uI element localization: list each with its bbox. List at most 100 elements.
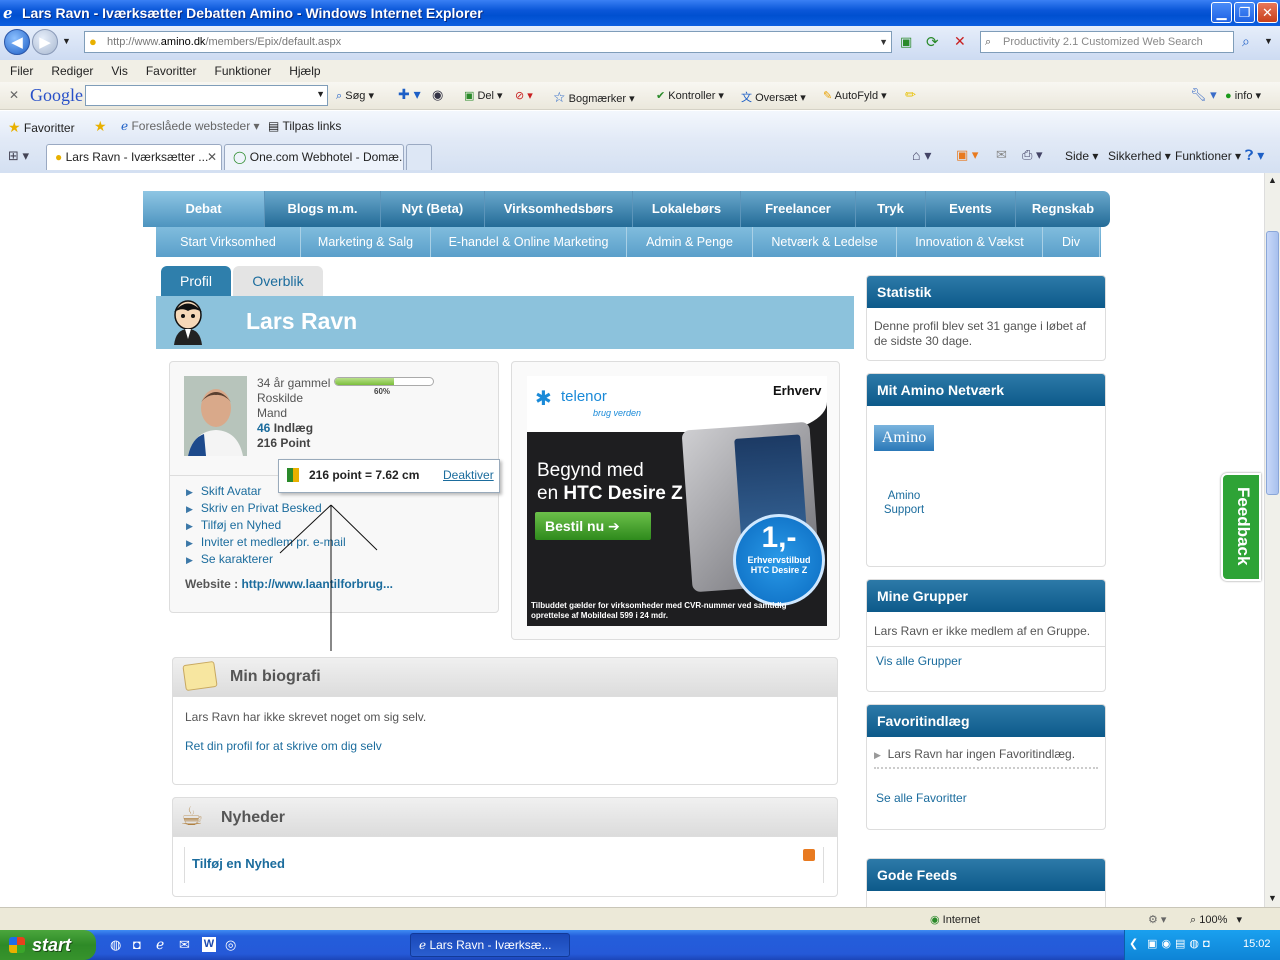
subnav-start-virksomhed[interactable]: Start Virksomhed [156, 227, 301, 257]
translate-button[interactable]: 文 Oversæt ▾ [741, 89, 806, 105]
nav-nyt[interactable]: Nyt (Beta) [381, 191, 485, 227]
menu-tools[interactable]: Funktioner [215, 64, 272, 78]
wrench-icon[interactable]: 🔧︎ ▾ [1190, 87, 1217, 103]
quicklaunch-media-icon[interactable]: ◎ [225, 937, 236, 953]
nav-debat[interactable]: Debat [143, 191, 265, 227]
tooltip-deactivate-link[interactable]: Deaktiver [443, 468, 494, 482]
new-tab-button[interactable] [406, 144, 432, 170]
nav-lokalebors[interactable]: Lokalebørs [633, 191, 741, 227]
subnav-admin[interactable]: Admin & Penge [627, 227, 753, 257]
search-options-icon[interactable]: ▼ [1264, 36, 1273, 46]
nav-regnskab[interactable]: Regnskab [1016, 191, 1110, 227]
help-icon[interactable]: ❓︎ ▾ [1245, 147, 1264, 164]
close-tab-icon[interactable]: ✕ [207, 145, 217, 169]
posts-count[interactable]: 46 [257, 421, 270, 435]
home-icon[interactable]: ⌂ ▾ [912, 147, 931, 164]
favorites-button[interactable]: ★ Favoritter [8, 119, 75, 136]
tools-menu[interactable]: Funktioner ▾ [1175, 149, 1241, 163]
refresh-icon[interactable]: ⟳ [926, 33, 939, 51]
nav-virksomhedsbors[interactable]: Virksomhedsbørs [485, 191, 633, 227]
tab-profil[interactable]: Profil [161, 266, 231, 296]
search-go-icon[interactable]: ⌕ [1242, 33, 1250, 50]
subnav-marketing[interactable]: Marketing & Salg [301, 227, 431, 257]
start-button[interactable]: start [0, 930, 96, 960]
security-menu[interactable]: Sikkerhed ▾ [1108, 149, 1171, 163]
google-dropdown-icon[interactable]: ▼ [316, 89, 325, 99]
google-search-button[interactable]: ⌕ Søg ▾ [336, 89, 374, 103]
google-search-input[interactable]: ▼ [85, 85, 328, 106]
internet-zone[interactable]: ◉ Internet [930, 913, 980, 926]
close-button[interactable]: ✕ [1257, 2, 1278, 23]
tray-app-icons[interactable]: ▣◉▤◍◘ [1147, 937, 1214, 950]
quicklaunch-outlook-icon[interactable]: ✉ [179, 937, 190, 953]
zoom-control[interactable]: ⌕ 100% ▾ [1190, 913, 1242, 927]
scroll-up-icon[interactable]: ▲ [1268, 175, 1277, 185]
quicklaunch-ie-icon[interactable]: ℯ [156, 936, 164, 953]
suggested-sites-button[interactable]: ℯ Foreslåede websteder ▾ [121, 119, 260, 133]
nav-events[interactable]: Events [926, 191, 1016, 227]
taskbar-task-ie[interactable]: ℯ Lars Ravn - Iværksæ... [410, 933, 570, 957]
share-button[interactable]: ▣ Del ▾ [464, 89, 503, 102]
nav-freelancer[interactable]: Freelancer [741, 191, 856, 227]
protected-mode-icon[interactable]: ⚙ ▾ [1148, 913, 1166, 926]
rss-icon[interactable]: ▣ ▾ [956, 147, 978, 163]
web-search-input[interactable]: ⌕ Productivity 2.1 Customized Web Search [980, 31, 1234, 53]
scroll-down-icon[interactable]: ▼ [1268, 893, 1277, 903]
quicklaunch-word-icon[interactable]: W [202, 937, 216, 952]
menu-favorites[interactable]: Favoritter [146, 64, 197, 78]
subnav-innovation[interactable]: Innovation & Vækst [897, 227, 1043, 257]
spellcheck-button[interactable]: ✔ Kontroller ▾ [656, 89, 724, 102]
info-button[interactable]: ● info ▾ [1225, 89, 1261, 102]
stop-icon[interactable]: ✕ [954, 33, 966, 50]
print-icon[interactable]: ⎙ ▾ [1022, 147, 1043, 163]
quicklaunch-camera-icon[interactable]: ◘ [133, 937, 141, 952]
rss-icon[interactable] [803, 849, 815, 861]
scroll-thumb[interactable] [1266, 231, 1279, 495]
network-member-link[interactable]: Amino Support [874, 489, 934, 517]
menu-file[interactable]: Filer [10, 64, 33, 78]
customize-links-button[interactable]: ▤ Tilpas links [268, 119, 341, 133]
subnav-ehandel[interactable]: E-handel & Online Marketing [431, 227, 627, 257]
popup-blocker-icon[interactable]: ⊘ ▾ [515, 89, 533, 102]
ad-cta-button[interactable]: Bestil nu ➔ [535, 512, 651, 540]
page-menu[interactable]: Side ▾ [1065, 149, 1098, 163]
history-dropdown-icon[interactable]: ▼ [62, 36, 71, 46]
all-groups-link[interactable]: Vis alle Grupper [867, 647, 1105, 675]
tab-lars-ravn[interactable]: ● Lars Ravn - Iværksætter ... ✕ [46, 144, 222, 170]
address-dropdown-icon[interactable]: ▼ [879, 32, 888, 52]
tray-collapse-icon[interactable]: ❮ [1129, 937, 1138, 950]
edit-profile-link[interactable]: Ret din profil for at skrive om dig selv [185, 739, 382, 753]
maximize-button[interactable]: ❐ [1234, 2, 1255, 23]
globe-icon[interactable]: ◉ [432, 87, 443, 103]
mail-icon[interactable]: ✉ [996, 147, 1007, 163]
highlighter-icon[interactable]: ✏ [905, 87, 916, 103]
plus-icon[interactable]: ✚ ▾ [398, 86, 421, 103]
add-news-link[interactable]: Tilføj en Nyhed [192, 856, 285, 871]
quicklaunch-chrome-icon[interactable]: ◍ [110, 937, 121, 953]
compatibility-icon[interactable]: ▣ [900, 34, 912, 50]
action-change-avatar[interactable]: Skift Avatar [186, 484, 261, 498]
subnav-div[interactable]: Div [1043, 227, 1100, 257]
add-favorite-icon[interactable]: ★ [94, 118, 107, 135]
bookmarks-button[interactable]: ☆ Bogmærker ▾ [553, 89, 635, 106]
menu-view[interactable]: Vis [111, 64, 127, 78]
subnav-netvaerk[interactable]: Netværk & Ledelse [753, 227, 897, 257]
back-button[interactable]: ◀ [4, 29, 30, 55]
tab-one-com[interactable]: ◯ One.com Webhotel - Domæ... [224, 144, 404, 170]
nav-blogs[interactable]: Blogs m.m. [265, 191, 381, 227]
all-favorites-link[interactable]: Se alle Favoritter [867, 769, 1105, 805]
forward-button[interactable]: ▶ [32, 29, 58, 55]
minimize-button[interactable]: ▁ [1211, 2, 1232, 23]
autofill-button[interactable]: ✎ AutoFyld ▾ [823, 89, 887, 102]
tab-overblik[interactable]: Overblik [233, 266, 323, 296]
nav-tryk[interactable]: Tryk [856, 191, 926, 227]
amino-logo[interactable]: Amino [874, 425, 934, 451]
quick-tabs-icon[interactable]: ⊞ ▾ [8, 148, 29, 164]
close-toolbar-icon[interactable]: ✕ [9, 88, 19, 102]
menu-help[interactable]: Hjælp [289, 64, 320, 78]
feedback-tab[interactable]: Feedback [1221, 473, 1261, 581]
vertical-scrollbar[interactable]: ▲ ▼ [1264, 173, 1280, 907]
menu-edit[interactable]: Rediger [51, 64, 93, 78]
address-input[interactable]: ● http://www.amino.dk/members/Epix/defau… [84, 31, 892, 53]
telenor-ad[interactable]: ✱ telenor brug verden Erhverv Begynd med… [527, 376, 827, 626]
